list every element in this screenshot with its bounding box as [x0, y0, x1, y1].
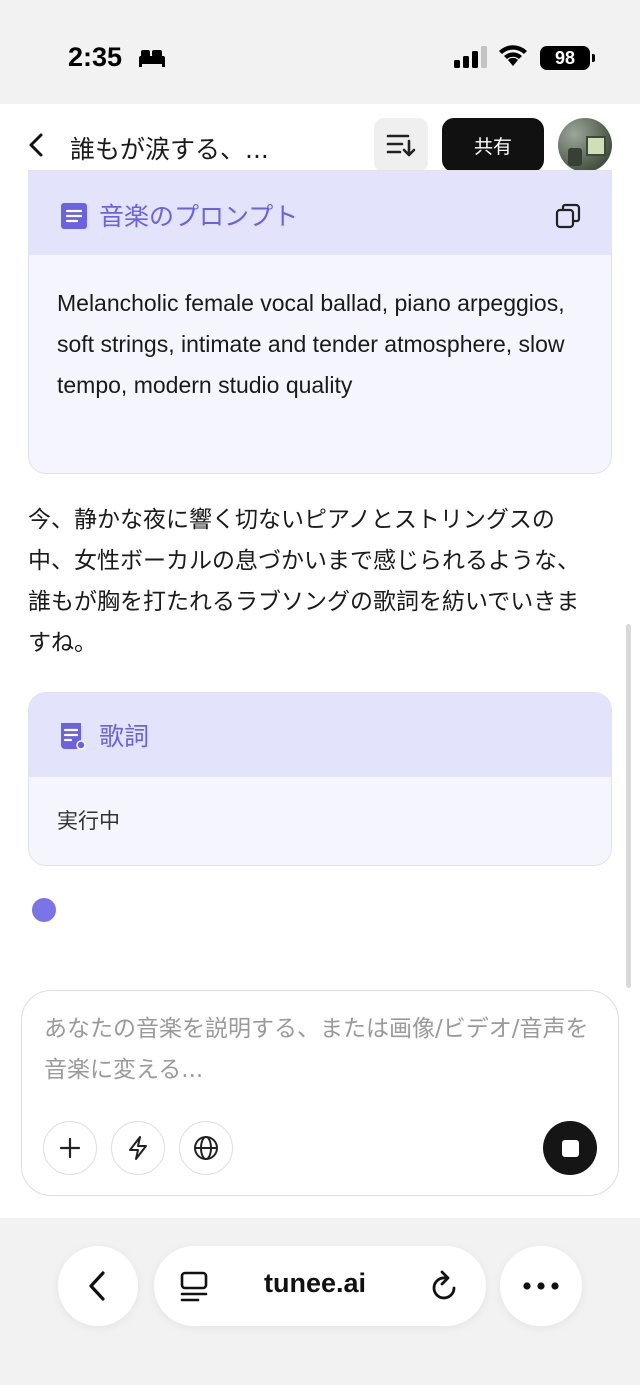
sort-button[interactable]: [374, 118, 428, 172]
web-search-button[interactable]: [179, 1121, 233, 1175]
chat-title[interactable]: 誰もが涙する、...: [70, 130, 269, 166]
music-description-input[interactable]: [44, 1009, 594, 1099]
lightning-icon: [129, 1136, 147, 1160]
battery-indicator: 98: [540, 46, 595, 70]
status-time: 2:35: [68, 42, 123, 72]
lyrics-document-icon: [61, 723, 86, 750]
avatar[interactable]: [558, 118, 612, 172]
lyrics-status: 実行中: [57, 809, 120, 833]
address-bar[interactable]: tunee.ai: [154, 1246, 486, 1326]
reload-icon[interactable]: [430, 1270, 460, 1302]
browser-back-button[interactable]: [58, 1246, 138, 1326]
share-button[interactable]: 共有: [442, 118, 544, 172]
lyrics-card-header: 歌詞: [29, 693, 611, 777]
tabs-icon[interactable]: [180, 1270, 208, 1302]
status-bar: 2:35 98: [0, 0, 640, 104]
prompt-text: Melancholic female vocal ballad, piano a…: [57, 290, 565, 398]
prompt-card-title: 音楽のプロンプト: [99, 202, 299, 231]
composer: [21, 990, 619, 1196]
plus-icon: [59, 1137, 81, 1159]
lyrics-card: 歌詞 実行中: [28, 692, 612, 866]
sleep-focus-icon: [139, 50, 165, 67]
chevron-left-icon: [89, 1271, 105, 1301]
stop-generation-button[interactable]: [543, 1121, 597, 1175]
back-arrow-icon[interactable]: [22, 130, 52, 160]
scrollbar[interactable]: [626, 624, 631, 988]
wifi-icon: [499, 45, 527, 66]
ellipsis-icon: [523, 1282, 559, 1290]
cellular-signal-icon: [454, 46, 487, 68]
more-options-button[interactable]: [500, 1246, 582, 1326]
stop-icon: [561, 1139, 579, 1157]
globe-icon: [194, 1136, 218, 1160]
document-icon: [61, 203, 87, 229]
add-button[interactable]: [43, 1121, 97, 1175]
url-text[interactable]: tunee.ai: [264, 1268, 366, 1299]
sort-list-icon: [386, 134, 416, 157]
prompt-card-header: 音楽のプロンプト: [29, 171, 611, 255]
music-prompt-card: 音楽のプロンプト Melancholic female vocal ballad…: [28, 170, 612, 474]
browser-toolbar: tunee.ai: [0, 1218, 640, 1385]
copy-icon[interactable]: [555, 203, 581, 229]
assistant-message: 今、静かな夜に響く切ないピアノとストリングスの中、女性ボーカルの息づかいまで感じ…: [28, 507, 580, 656]
quick-mode-button[interactable]: [111, 1121, 165, 1175]
thinking-indicator: [32, 898, 56, 922]
lyrics-card-title: 歌詞: [99, 722, 150, 751]
